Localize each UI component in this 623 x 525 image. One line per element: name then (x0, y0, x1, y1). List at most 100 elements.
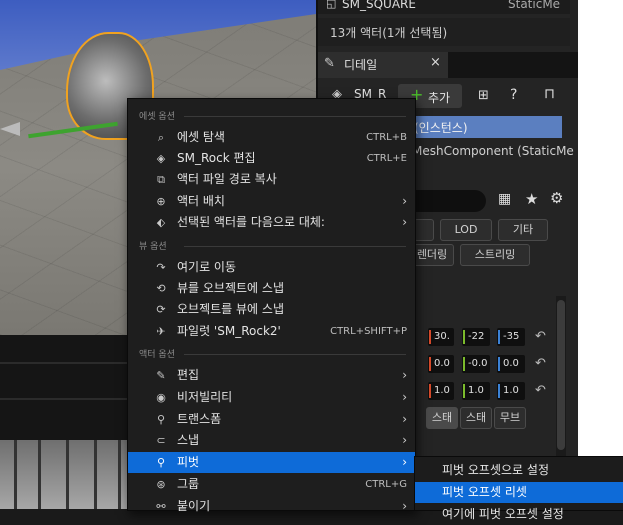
menu-item-group[interactable]: ⊛ 그룹 CTRL+G (128, 474, 415, 495)
menu-item-transform[interactable]: ⚲ 트랜스폼 › (128, 409, 415, 430)
menu-item-label: 편집 (177, 368, 200, 382)
favorite-star-icon[interactable]: ★ (525, 190, 538, 208)
tab-details[interactable]: ✎ 디테일 × (318, 52, 448, 78)
filter-pill-rendering[interactable]: 렌더링 (410, 244, 454, 266)
menu-item-shortcut: CTRL+B (366, 132, 407, 143)
menu-item-label: 트랜스폼 (177, 412, 222, 426)
pivot-icon: ⚲ (156, 456, 166, 469)
pivot-submenu-item[interactable]: 여기에 피벗 오프셋 설정 (415, 504, 623, 525)
menu-item-pivot[interactable]: ⚲ 피벗 › (128, 452, 415, 473)
component-row[interactable]: MeshComponent (StaticMe (410, 142, 574, 162)
rotation-z-field[interactable]: 0.0 (497, 355, 525, 373)
filter-pill-streaming[interactable]: 스트리밍 (460, 244, 530, 266)
chevron-right-icon: › (402, 390, 407, 404)
copy-path-icon: ⧉ (157, 173, 165, 186)
help-icon[interactable]: ? (510, 87, 517, 103)
menu-item-label: 붙이기 (177, 499, 211, 513)
menu-item-label: 스냅 (177, 433, 200, 447)
menu-item-label: 비저빌리티 (177, 390, 233, 404)
transform-icon: ⚲ (156, 413, 166, 426)
grid-view-icon[interactable]: ▦ (498, 191, 511, 207)
mobility-movable-button[interactable]: 무브 (494, 407, 526, 429)
blueprint-icon[interactable]: ⊞ (478, 88, 489, 103)
menu-item-edit[interactable]: ✎ 편집 › (128, 365, 415, 386)
menu-section-divider (184, 354, 406, 355)
viewport-divider (0, 398, 130, 400)
pencil-icon: ✎ (324, 56, 335, 71)
menu-item-label: 액터 배치 (177, 194, 225, 208)
details-scrollbar-thumb[interactable] (557, 300, 565, 450)
menu-item-label: 오브젝트를 뷰에 스냅 (177, 302, 284, 316)
menu-item-move-here[interactable]: ↷ 여기로 이동 (128, 257, 415, 278)
rotation-x-field[interactable]: 0.0 (428, 355, 454, 373)
chevron-right-icon: › (402, 455, 407, 469)
menu-item-shortcut: CTRL+SHIFT+P (330, 326, 407, 337)
menu-item-replace[interactable]: ⬖ 선택된 액터를 다음으로 대체: › (128, 212, 415, 233)
fence-post (38, 440, 41, 509)
menu-section-divider (184, 116, 406, 117)
pivot-submenu-item[interactable]: 피벗 오프셋 리셋 (415, 482, 623, 503)
fence-post (66, 440, 69, 509)
pivot-submenu-label: 피벗 오프셋 리셋 (442, 485, 527, 499)
outliner-item-type: StaticMe (508, 0, 561, 11)
menu-item-pilot[interactable]: ✈ 파일럿 'SM_Rock2' CTRL+SHIFT+P (128, 321, 415, 342)
menu-item-label: 뷰를 오브젝트에 스냅 (177, 281, 284, 295)
location-y-field[interactable]: -22 (462, 328, 490, 346)
place-actor-icon: ⊕ (156, 195, 166, 208)
menu-item-copy-path[interactable]: ⧉ 액터 파일 경로 복사 (128, 169, 415, 190)
outliner-item-label: SM_SQUARE (342, 0, 416, 11)
desktop-background (578, 0, 623, 509)
menu-item-label: 여기로 이동 (177, 260, 237, 274)
menu-item-place-actor[interactable]: ⊕ 액터 배치 › (128, 191, 415, 212)
component-row-selected[interactable]: (인스턴스) (410, 116, 562, 138)
reset-location-icon[interactable]: ↶ (535, 329, 546, 344)
close-tab-icon[interactable]: × (430, 55, 441, 70)
scale-x-field[interactable]: 1.0 (428, 382, 454, 400)
chevron-right-icon: › (402, 215, 407, 229)
filter-pill-misc[interactable]: 기타 (498, 219, 548, 241)
menu-item-label: 에셋 탐색 (177, 130, 225, 144)
scale-y-field[interactable]: 1.0 (462, 382, 490, 400)
pivot-submenu-label: 여기에 피벗 오프셋 설정 (442, 507, 564, 521)
menu-item-snap-object[interactable]: ⟳ 오브젝트를 뷰에 스냅 (128, 299, 415, 320)
chevron-right-icon: › (402, 499, 407, 513)
pivot-submenu-item[interactable]: 피벗 오프셋으로 설정 (415, 460, 623, 481)
menu-section-title: 에셋 옵션 (139, 112, 175, 122)
filter-pill[interactable] (414, 219, 434, 241)
menu-item-label: 피벗 (177, 455, 200, 469)
mobility-stationary-button[interactable]: 스태 (460, 407, 492, 429)
outliner-row[interactable]: ◱ SM_SQUARE StaticMe (318, 0, 570, 14)
location-x-field[interactable]: 30. (428, 328, 454, 346)
component-label: MeshComponent (StaticMe (412, 144, 574, 158)
rotation-y-field[interactable]: -0.0 (462, 355, 490, 373)
fence-post (118, 440, 121, 509)
reset-scale-icon[interactable]: ↶ (535, 383, 546, 398)
chevron-right-icon: › (402, 412, 407, 426)
snap-object-icon: ⟳ (156, 303, 166, 316)
scale-z-field[interactable]: 1.0 (497, 382, 525, 400)
menu-item-label: 그룹 (177, 477, 200, 491)
menu-item-snap-view[interactable]: ⟲ 뷰를 오브젝트에 스냅 (128, 278, 415, 299)
menu-item-label: 선택된 액터를 다음으로 대체: (177, 215, 325, 229)
menu-item-label: 파일럿 'SM_Rock2' (177, 324, 281, 338)
menu-item-visibility[interactable]: ◉ 비저빌리티 › (128, 387, 415, 408)
lock-icon[interactable]: ⊓ (544, 86, 555, 102)
secondary-viewport[interactable] (0, 440, 130, 509)
menu-section-title: 뷰 옵션 (139, 242, 167, 252)
chevron-right-icon: › (402, 194, 407, 208)
menu-item-mesh[interactable]: ◈ SM_Rock 편집 CTRL+E (128, 148, 415, 169)
actor-count-bar: 13개 액터(1개 선택됨) (318, 18, 570, 46)
menu-item-attach[interactable]: ⚯ 붙이기 › (128, 496, 415, 517)
reset-rotation-icon[interactable]: ↶ (535, 356, 546, 371)
settings-gear-icon[interactable]: ⚙ (550, 189, 563, 207)
mobility-static-button[interactable]: 스태 (426, 407, 458, 429)
filter-pill-lod[interactable]: LOD (440, 219, 492, 241)
menu-item-shortcut: CTRL+E (366, 153, 407, 164)
menu-item-snap[interactable]: ⊂ 스냅 › (128, 430, 415, 451)
menu-item-browse[interactable]: ⌕ 에셋 탐색 CTRL+B (128, 127, 415, 148)
pivot-submenu: 피벗 오프셋으로 설정피벗 오프셋 리셋여기에 피벗 오프셋 설정 (414, 456, 623, 521)
location-z-field[interactable]: -35 (497, 328, 525, 346)
transform-gizmo-arrow[interactable] (0, 122, 20, 136)
browse-icon: ⌕ (157, 131, 165, 144)
menu-section-title: 액터 옵션 (139, 350, 175, 360)
